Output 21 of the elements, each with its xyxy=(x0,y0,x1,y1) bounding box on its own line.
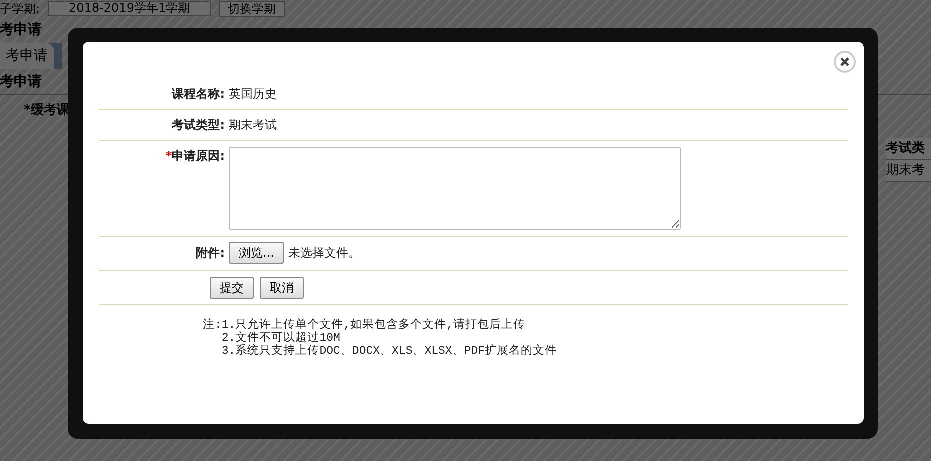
form-button[interactable]: 取消 xyxy=(260,277,304,299)
term-select[interactable]: 2018-2019学年1学期 xyxy=(48,1,212,16)
note-prefix: 注: xyxy=(203,319,222,334)
field-label: 考试类型: xyxy=(171,117,226,134)
switch-term-button[interactable]: 切换学期 xyxy=(219,0,286,16)
form-button[interactable]: 提交 xyxy=(210,277,254,299)
close-icon xyxy=(840,57,850,67)
field-label: 附件: xyxy=(195,245,226,262)
note-item: 3.系统只支持上传DOC、DOCX、XLS、XLSX、PDF扩展名的文件 xyxy=(222,345,558,358)
field-label: *申请原因: xyxy=(164,148,226,165)
tab[interactable]: 考申请 xyxy=(0,43,54,69)
page-title: 考申请 xyxy=(0,21,43,40)
browse-button[interactable]: 浏览... xyxy=(229,242,284,264)
column-header: 考试类 xyxy=(886,138,931,160)
file-status: 未选择文件。 xyxy=(288,245,360,262)
note-item: 1.只允许上传单个文件,如果包含多个文件,请打包后上传 xyxy=(222,319,527,332)
table-cell: 期末考 xyxy=(886,160,931,182)
close-button[interactable] xyxy=(834,51,856,73)
note-item: 2.文件不可以超过10M xyxy=(222,332,342,345)
term-label: 子学期: xyxy=(0,0,40,18)
field-value: 期末考试 xyxy=(229,117,277,134)
